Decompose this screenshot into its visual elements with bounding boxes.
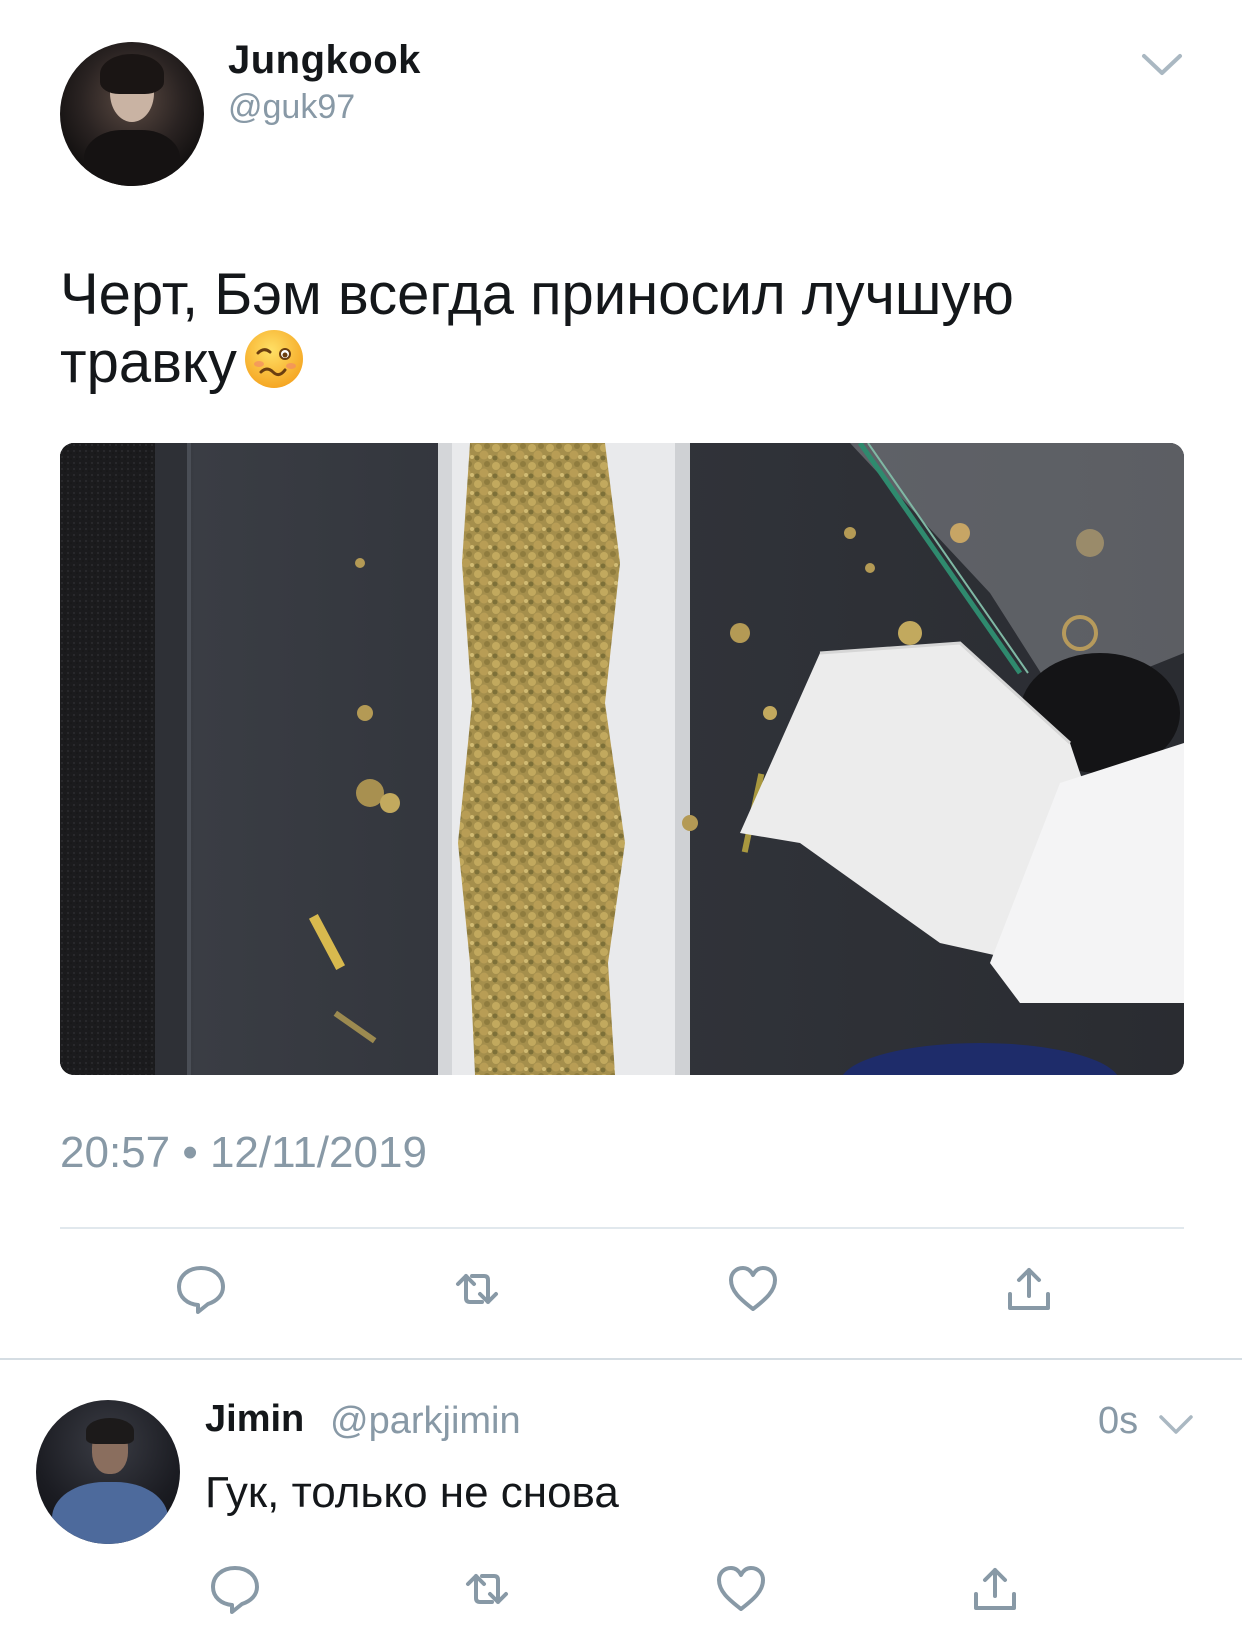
retweet-icon[interactable] [460, 1562, 514, 1616]
divider [0, 1358, 1242, 1360]
reply-author-avatar[interactable] [36, 1400, 180, 1544]
tweet-text: Черт, Бэм всегда приносил лучшую травку [60, 262, 1190, 396]
share-icon[interactable] [1002, 1262, 1056, 1316]
chevron-down-icon[interactable] [1140, 52, 1184, 78]
twitter-thread: Jungkook @guk97 Черт, Бэм всегда приноси… [0, 0, 1242, 1650]
divider [60, 1227, 1184, 1229]
tweet-photo[interactable] [60, 443, 1184, 1075]
tweet-actions [0, 1262, 1242, 1322]
author-name[interactable]: Jungkook [228, 38, 421, 83]
author-handle[interactable]: @guk97 [228, 88, 355, 127]
reply-icon[interactable] [174, 1262, 228, 1316]
like-icon[interactable] [726, 1262, 780, 1316]
reply-author-handle[interactable]: @parkjimin [330, 1400, 521, 1443]
woozy-face-icon [244, 330, 303, 388]
reply-icon[interactable] [208, 1562, 262, 1616]
reply-time: 0s [1098, 1400, 1139, 1442]
reply-author-name[interactable]: Jimin [205, 1398, 304, 1441]
retweet-icon[interactable] [450, 1262, 504, 1316]
author-avatar[interactable] [60, 42, 204, 186]
chevron-down-icon[interactable] [1158, 1414, 1194, 1436]
photo-illustration [60, 443, 1184, 1075]
like-icon[interactable] [714, 1562, 768, 1616]
reply-text: Гук, только не снова [205, 1468, 619, 1517]
tweet-timestamp: 20:57 • 12/11/2019 [60, 1128, 427, 1177]
reply-actions [0, 1562, 1242, 1622]
share-icon[interactable] [968, 1562, 1022, 1616]
tweet-text-content: Черт, Бэм всегда приносил лучшую травку [60, 262, 1014, 395]
